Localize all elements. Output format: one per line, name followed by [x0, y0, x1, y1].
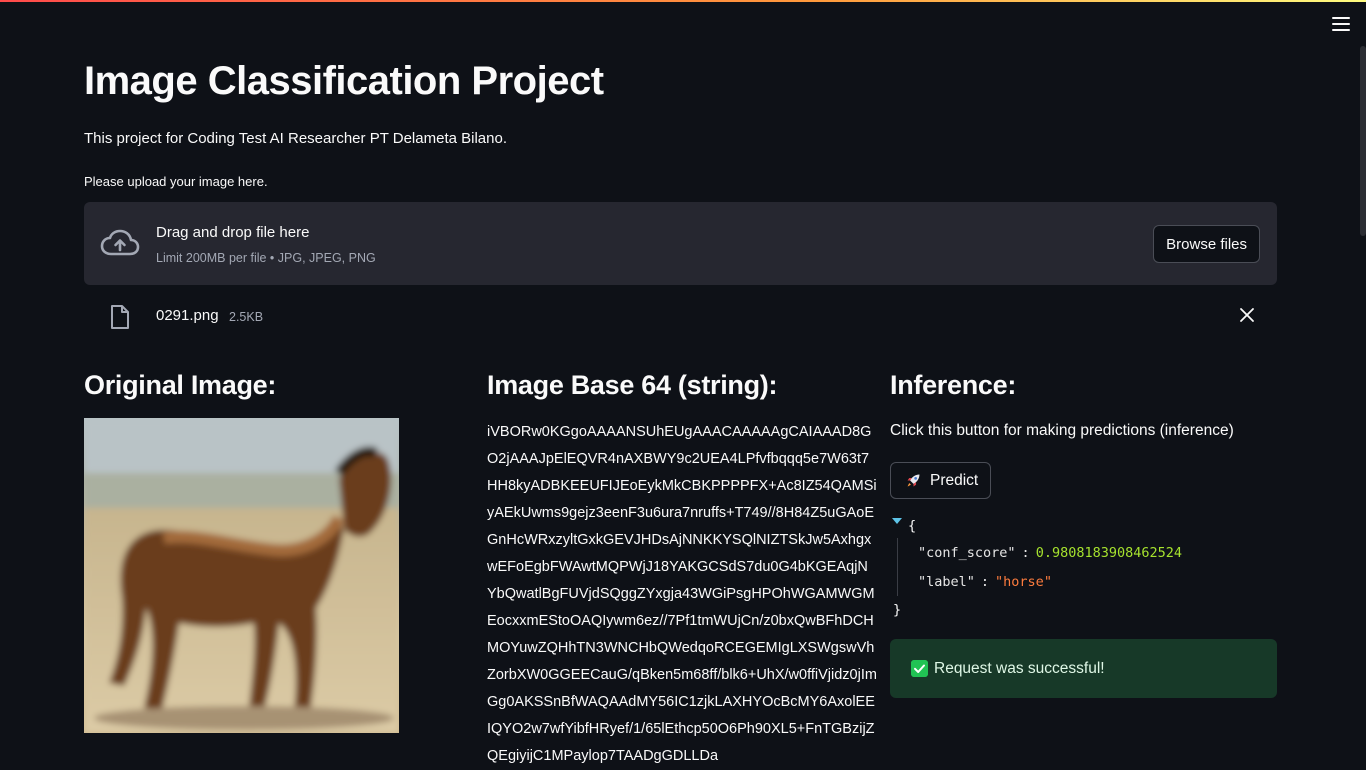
json-indent-guide: [897, 538, 898, 596]
json-colon: :: [1021, 545, 1030, 561]
base64-column: Image Base 64 (string): iVBORw0KGgoAAAAN…: [487, 366, 877, 764]
json-key-label: "label": [918, 574, 975, 590]
json-open-brace: {: [908, 518, 917, 534]
file-icon: [111, 305, 129, 329]
file-size: 2.5KB: [229, 310, 264, 324]
base64-heading: Image Base 64 (string):: [487, 370, 778, 400]
json-row-conf-score: "conf_score":0.9808183908462524: [918, 543, 1182, 563]
predict-label: Predict: [930, 471, 979, 489]
json-row-label: "label": "horse": [918, 572, 1052, 592]
scrollbar[interactable]: [1360, 46, 1366, 236]
base64-string: iVBORw0KGgoAAAANSUhEUgAAACAAAAAgCAIAAAD8…: [487, 424, 877, 764]
json-colon: :: [980, 574, 990, 590]
json-close-brace: }: [893, 602, 902, 618]
close-icon[interactable]: [1237, 305, 1257, 325]
rocket-icon: [907, 474, 920, 487]
check-icon: [911, 660, 928, 677]
inference-heading: Inference:: [890, 370, 1017, 400]
hamburger-menu-icon[interactable]: [1332, 17, 1350, 31]
predict-button[interactable]: Predict: [890, 462, 992, 499]
horse-photo: [84, 418, 399, 733]
success-alert: Request was successful!: [890, 639, 1277, 698]
browse-files-button[interactable]: Browse files: [1153, 225, 1260, 263]
collapse-arrow-icon[interactable]: [892, 518, 902, 524]
dropzone-title: Drag and drop file here: [156, 224, 310, 241]
json-value-conf-score: 0.9808183908462524: [1035, 545, 1182, 561]
cloud-upload-icon: [100, 229, 140, 256]
json-key-conf-score: "conf_score": [918, 545, 1016, 561]
success-message: Request was successful!: [934, 660, 1105, 677]
original-image-column: Original Image:: [84, 366, 464, 733]
file-dropzone[interactable]: Drag and drop file here Limit 200MB per …: [84, 202, 1277, 285]
dropzone-limit: Limit 200MB per file • JPG, JPEG, PNG: [156, 251, 376, 265]
inference-instruction: Click this button for making predictions…: [890, 422, 1234, 439]
page-description: This project for Coding Test AI Research…: [84, 130, 507, 147]
top-decoration-bar: [0, 0, 1366, 2]
inference-column: Inference: Click this button for making …: [890, 366, 1277, 698]
original-image-heading: Original Image:: [84, 370, 277, 400]
uploaded-file-row: 0291.png 2.5KB: [84, 296, 1277, 336]
json-value-label: "horse": [995, 574, 1052, 590]
uploader-label: Please upload your image here.: [84, 174, 268, 189]
file-name: 0291.png: [156, 307, 219, 324]
page-title: Image Classification Project: [84, 59, 604, 103]
